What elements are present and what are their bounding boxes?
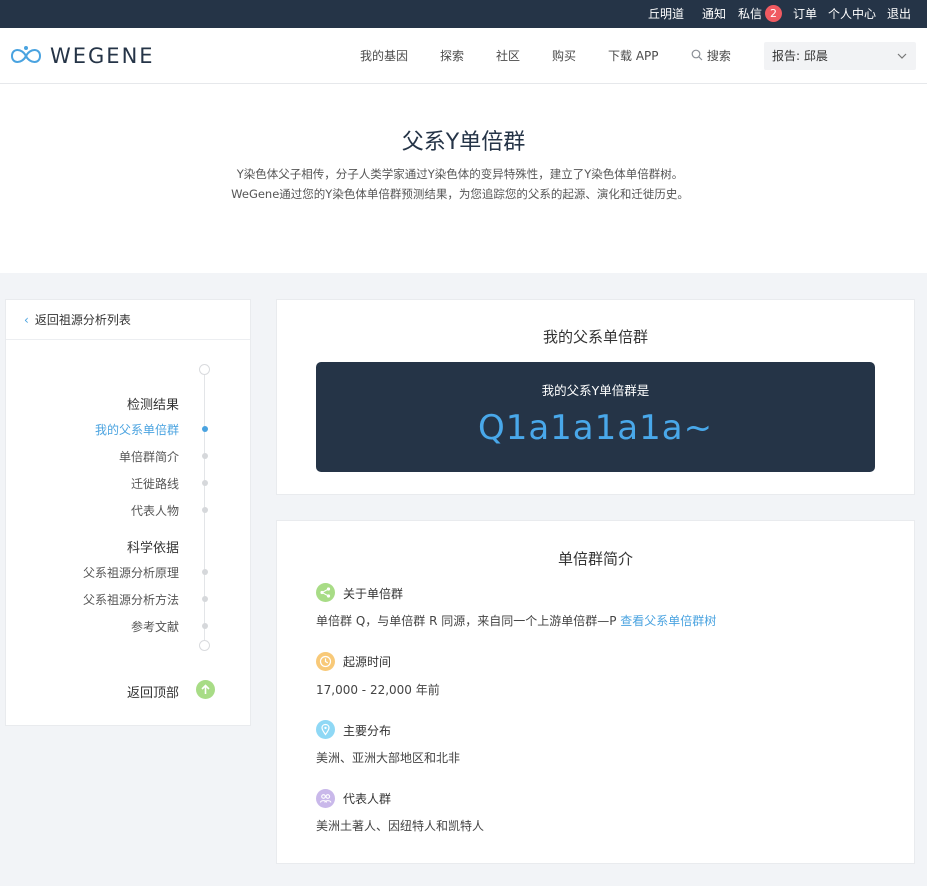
haplogroup-result-box: 我的父系Y单倍群是 Q1a1a1a1a~ (316, 362, 875, 472)
report-selector-value: 报告: 邱晨 (772, 49, 828, 63)
chevron-down-icon (896, 42, 908, 70)
people-icon (316, 789, 335, 808)
messages-count-badge: 2 (765, 5, 783, 22)
search-icon (691, 49, 703, 61)
toc-heading-results[interactable]: 检测结果 (127, 394, 179, 413)
origin-time-heading: 起源时间 (343, 655, 392, 669)
haplogroup-intro-card: 单倍群简介 关于单倍群 单倍群 Q，与单倍群 R 同源，来自同一个上游单倍群—P… (276, 520, 915, 864)
about-haplogroup-text: 单倍群 Q，与单倍群 R 同源，来自同一个上游单倍群—P 查看父系单倍群树 (316, 612, 716, 629)
logo[interactable]: WEGENE (8, 42, 155, 70)
nav-search[interactable]: 搜索 (691, 28, 731, 84)
main-nav: WEGENE 我的基因 探索 社区 购买 下载 APP 搜索 报告: 邱晨 (0, 28, 927, 84)
toc-start-ring (199, 364, 210, 375)
messages-label: 私信 (738, 7, 763, 21)
nav-my-genes[interactable]: 我的基因 (360, 28, 408, 84)
toc-item-method[interactable]: 父系祖源分析方法 (83, 591, 179, 608)
chevron-left-icon: ‹ (24, 313, 29, 327)
back-to-top-button[interactable] (196, 680, 215, 699)
toc-end-ring (199, 640, 210, 651)
arrow-up-icon (201, 684, 210, 694)
nav-explore[interactable]: 探索 (440, 28, 464, 84)
toc-dot (202, 623, 208, 629)
population-text: 美洲土著人、因纽特人和凯特人 (316, 819, 485, 833)
map-pin-icon (316, 720, 335, 739)
back-link-label: 返回祖源分析列表 (34, 313, 131, 327)
back-to-ancestry-list-link[interactable]: ‹ 返回祖源分析列表 (6, 300, 250, 340)
share-nodes-icon (316, 583, 335, 602)
my-haplogroup-card: 我的父系单倍群 我的父系Y单倍群是 Q1a1a1a1a~ (276, 299, 915, 495)
origin-time-text: 17,000 - 22,000 年前 (316, 683, 440, 697)
page-description: Y染色体父子相传，分子人类学家通过Y染色体的变异特殊性，建立了Y染色体单倍群树。… (231, 167, 689, 201)
view-haplogroup-tree-link[interactable]: 查看父系单倍群树 (620, 614, 716, 628)
about-haplogroup-heading: 关于单倍群 (343, 587, 404, 601)
about-haplogroup-desc: 单倍群 Q，与单倍群 R 同源，来自同一个上游单倍群—P (316, 614, 617, 628)
logo-icon (10, 46, 42, 63)
my-haplogroup-title: 我的父系单倍群 (542, 328, 648, 346)
notifications-link[interactable]: 通知 (702, 0, 726, 28)
logo-text: WEGENE (50, 44, 155, 68)
population-heading: 代表人群 (343, 792, 392, 806)
profile-link[interactable]: 个人中心 (828, 0, 876, 28)
toc-dot (202, 453, 208, 459)
haplogroup-intro-title: 单倍群简介 (557, 550, 633, 568)
sidebar-toc: ‹ 返回祖源分析列表 检测结果 我的父系单倍群 单倍群简介 迁徙路线 代表人物 科… (5, 299, 251, 726)
page-title: 父系Y单倍群 (401, 130, 526, 155)
toc-dot (202, 569, 208, 575)
clock-icon (316, 652, 335, 671)
orders-link[interactable]: 订单 (793, 0, 817, 28)
toc-item-figures[interactable]: 代表人物 (131, 502, 179, 519)
top-bar: 丘明道 通知 私信 2 订单 个人中心 退出 (0, 0, 927, 28)
search-label: 搜索 (706, 49, 731, 63)
toc-item-my-haplogroup[interactable]: 我的父系单倍群 (95, 421, 179, 438)
nav-buy[interactable]: 购买 (552, 28, 576, 84)
messages-link[interactable]: 私信 2 (738, 0, 783, 28)
report-selector[interactable]: 报告: 邱晨 (764, 42, 916, 70)
back-to-top-link[interactable]: 返回顶部 (127, 682, 179, 701)
user-name-link[interactable]: 丘明道 (648, 0, 684, 28)
toc-item-intro[interactable]: 单倍群简介 (119, 448, 179, 465)
logout-link[interactable]: 退出 (887, 0, 911, 28)
distribution-heading: 主要分布 (343, 724, 392, 738)
distribution-text: 美洲、亚洲大部地区和北非 (316, 751, 461, 765)
toc-dot (202, 596, 208, 602)
toc-dot (202, 507, 208, 513)
toc-item-principle[interactable]: 父系祖源分析原理 (83, 564, 179, 581)
nav-download-app[interactable]: 下载 APP (608, 28, 659, 84)
nav-community[interactable]: 社区 (496, 28, 520, 84)
haplogroup-result-value: Q1a1a1a1a~ (477, 408, 714, 448)
toc-dot-active (202, 426, 208, 432)
toc-heading-science[interactable]: 科学依据 (127, 537, 179, 556)
haplogroup-result-label: 我的父系Y单倍群是 (541, 383, 650, 398)
toc-dot (202, 480, 208, 486)
toc-item-references[interactable]: 参考文献 (131, 618, 179, 635)
hero-section: 父系Y单倍群 Y染色体父子相传，分子人类学家通过Y染色体的变异特殊性，建立了Y染… (0, 84, 927, 273)
toc-item-migration[interactable]: 迁徙路线 (131, 475, 179, 492)
